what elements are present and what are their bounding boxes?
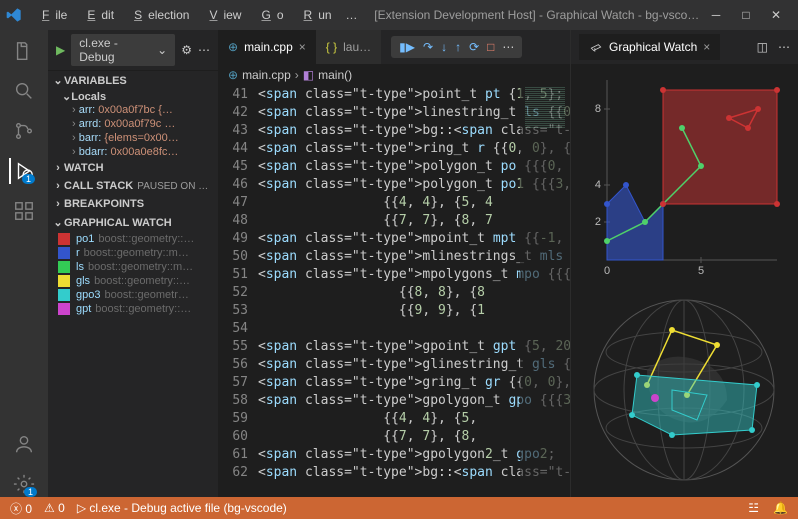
menu-go[interactable]: Go <box>249 4 289 26</box>
step-over-button[interactable]: ↷ <box>423 40 433 54</box>
cpp-file-icon: ⊕ <box>228 68 238 82</box>
start-debug-icon[interactable]: ▶ <box>56 43 65 57</box>
panel-close-icon[interactable]: × <box>703 40 710 54</box>
breadcrumb-symbol: main() <box>318 68 352 82</box>
section-watch[interactable]: ›WATCH <box>48 159 218 177</box>
chevron-down-icon: ⌄ <box>157 43 167 57</box>
status-bar: ⓧ 0 ⚠ 0 ▷ cl.exe - Debug active file (bg… <box>0 497 798 519</box>
tab-main-cpp[interactable]: ⊕ main.cpp × <box>218 30 316 64</box>
gwatch-item[interactable]: gptboost::geometry::… <box>48 302 218 316</box>
close-button[interactable]: ✕ <box>770 8 782 22</box>
line-number-gutter: 4142434445464748495051525354555657585960… <box>218 86 258 497</box>
globe-plot[interactable] <box>577 290 792 490</box>
editor-tab-bar: ⊕ main.cpp × { } lau… ▮▶ ↷ ↓ ↑ ⟳ □ ⋯ <box>218 30 570 64</box>
debug-config-label: cl.exe - Debug <box>79 36 153 64</box>
breadcrumb-file: main.cpp <box>242 68 291 82</box>
section-breakpoints[interactable]: ›BREAKPOINTS <box>48 195 218 213</box>
color-swatch <box>58 303 70 315</box>
status-debug-task[interactable]: ▷ cl.exe - Debug active file (bg-vscode) <box>77 501 287 515</box>
source-control-icon[interactable] <box>11 118 37 144</box>
graphical-watch-panel: Graphical Watch × ◫ ⋯ 2 4 <box>570 30 798 497</box>
chevron-right-icon: › <box>295 68 299 82</box>
svg-text:5: 5 <box>698 265 704 277</box>
color-swatch <box>58 247 70 259</box>
run-debug-icon[interactable]: 1 <box>9 158 35 184</box>
minimap[interactable] <box>520 86 570 497</box>
menu-run[interactable]: Run <box>292 4 338 26</box>
gwatch-item[interactable]: lsboost::geometry::m… <box>48 260 218 274</box>
panel-more-icon[interactable]: ⋯ <box>778 40 790 54</box>
variable-row[interactable]: › bdarr: 0x00a0e8fc… <box>48 145 218 159</box>
section-variables[interactable]: ⌄VARIABLES <box>48 71 218 90</box>
svg-text:4: 4 <box>595 179 601 191</box>
menu-file[interactable]: File <box>30 4 73 26</box>
search-icon[interactable] <box>11 78 37 104</box>
scope-locals[interactable]: ⌄Locals <box>48 90 218 103</box>
menu-more[interactable]: … <box>340 4 364 26</box>
color-swatch <box>58 261 70 273</box>
variable-row[interactable]: › barr: {elems=0x00… <box>48 131 218 145</box>
section-callstack[interactable]: ›CALL STACKPAUSED ON … <box>48 177 218 195</box>
stop-button[interactable]: □ <box>487 40 494 54</box>
tab-close-icon[interactable]: × <box>299 40 306 54</box>
breadcrumb[interactable]: ⊕ main.cpp › ◧ main() <box>218 64 570 86</box>
main-menu: File Edit Selection View Go Run … <box>30 4 364 26</box>
step-out-button[interactable]: ↑ <box>455 40 461 54</box>
debug-config-gear-icon[interactable]: ⚙ <box>181 43 192 57</box>
text-editor[interactable]: 4142434445464748495051525354555657585960… <box>218 86 570 497</box>
debug-more-icon[interactable]: ⋯ <box>198 43 210 57</box>
settings-icon[interactable]: 1 <box>11 471 37 497</box>
step-into-button[interactable]: ↓ <box>441 40 447 54</box>
restart-button[interactable]: ⟳ <box>469 40 479 54</box>
debug-sidebar: ▶ cl.exe - Debug ⌄ ⚙ ⋯ ⌄VARIABLES ⌄Local… <box>48 30 218 497</box>
explorer-icon[interactable] <box>11 38 37 64</box>
variable-row[interactable]: › arrd: 0x00a0f79c … <box>48 117 218 131</box>
debug-overflow-icon[interactable]: ⋯ <box>502 40 514 54</box>
svg-text:0: 0 <box>604 265 610 277</box>
account-icon[interactable] <box>11 431 37 457</box>
gwatch-item[interactable]: gpo3boost::geometr… <box>48 288 218 302</box>
activity-bar: 1 1 <box>0 30 48 497</box>
status-notifications-icon[interactable]: 🔔 <box>773 501 788 515</box>
split-editor-icon[interactable]: ◫ <box>757 40 768 54</box>
status-errors[interactable]: ⓧ 0 <box>10 500 32 517</box>
menu-edit[interactable]: Edit <box>75 4 120 26</box>
svg-text:2: 2 <box>595 216 601 228</box>
continue-button[interactable]: ▮▶ <box>399 40 415 54</box>
tab-label: main.cpp <box>244 40 293 54</box>
svg-text:8: 8 <box>595 103 601 115</box>
extensions-icon[interactable] <box>11 198 37 224</box>
minimize-button[interactable]: ─ <box>710 8 722 22</box>
debug-config-dropdown[interactable]: cl.exe - Debug ⌄ <box>71 34 175 66</box>
gwatch-item[interactable]: po1boost::geometry::… <box>48 232 218 246</box>
json-file-icon: { } <box>326 40 337 54</box>
color-swatch <box>58 289 70 301</box>
menu-view[interactable]: View <box>197 4 247 26</box>
status-warnings[interactable]: ⚠ 0 <box>44 501 65 515</box>
menu-selection[interactable]: Selection <box>122 4 195 26</box>
color-swatch <box>58 275 70 287</box>
color-swatch <box>58 233 70 245</box>
window-title: [Extension Development Host] - Graphical… <box>364 8 710 22</box>
graphical-watch-tab[interactable]: Graphical Watch × <box>579 34 720 60</box>
gwatch-item[interactable]: glsboost::geometry::… <box>48 274 218 288</box>
cpp-file-icon: ⊕ <box>228 40 238 54</box>
debug-toolbar: ▮▶ ↷ ↓ ↑ ⟳ □ ⋯ <box>391 36 522 58</box>
cartesian-plot[interactable]: 2 4 8 0 5 <box>577 70 792 280</box>
section-graphical-watch[interactable]: ⌄GRAPHICAL WATCH <box>48 213 218 232</box>
maximize-button[interactable]: □ <box>740 8 752 22</box>
tab-launch-json[interactable]: { } lau… <box>316 30 381 64</box>
method-icon: ◧ <box>303 68 314 82</box>
variable-row[interactable]: › arr: 0x00a0f7bc {… <box>48 103 218 117</box>
status-feedback-icon[interactable]: ☳ <box>748 501 759 515</box>
editor-group: ⊕ main.cpp × { } lau… ▮▶ ↷ ↓ ↑ ⟳ □ ⋯ ⊕ m… <box>218 30 570 497</box>
title-bar: File Edit Selection View Go Run … [Exten… <box>0 0 798 30</box>
tab-label: lau… <box>343 40 371 54</box>
vscode-logo-icon <box>6 7 22 23</box>
gwatch-item[interactable]: rboost::geometry::m… <box>48 246 218 260</box>
telescope-icon <box>589 40 603 54</box>
